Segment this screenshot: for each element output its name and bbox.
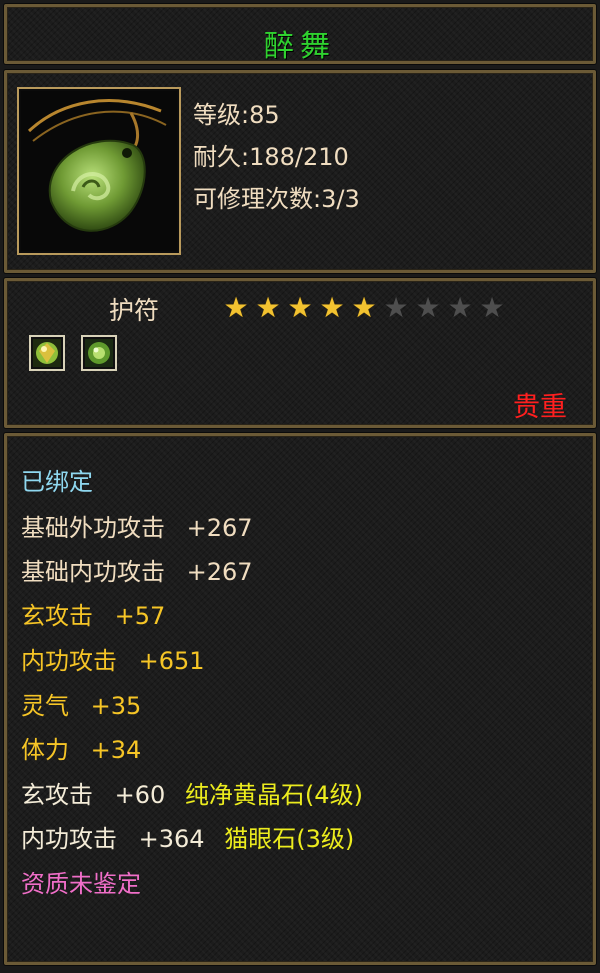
attr-value: +651 xyxy=(138,647,205,675)
attr-mystic-attack: 玄攻击 +57 xyxy=(21,596,165,631)
star-empty-icon: ★ xyxy=(383,291,409,324)
gem-slot-1-icon xyxy=(33,339,61,367)
attr-base-inner-attack: 基础内功攻击 +267 xyxy=(21,552,253,587)
item-name: 醉舞 xyxy=(264,29,336,64)
bound-status: 已绑定 xyxy=(21,468,93,496)
item-repair-count: 可修理次数:3/3 xyxy=(193,185,360,213)
star-empty-icon: ★ xyxy=(479,291,505,324)
star-empty-icon: ★ xyxy=(415,291,441,324)
attr-name: 灵气 xyxy=(21,692,69,720)
star-filled-icon: ★ xyxy=(223,291,249,324)
gem-name: 纯净黄晶石(4级) xyxy=(184,781,363,809)
gem-slot-2-icon xyxy=(85,339,113,367)
attr-stamina: 体力 +34 xyxy=(21,730,141,765)
attr-value: +57 xyxy=(114,602,166,630)
star-rating: ★ ★ ★ ★ ★ ★ ★ ★ ★ xyxy=(221,293,507,323)
attr-gem-inner-attack: 内功攻击 +364 猫眼石(3级) xyxy=(21,819,354,854)
attr-name: 内功攻击 xyxy=(21,825,117,853)
attr-base-outer-attack: 基础外功攻击 +267 xyxy=(21,508,253,543)
attr-value: +267 xyxy=(186,514,253,542)
attr-value: +60 xyxy=(114,781,166,809)
attr-spirit: 灵气 +35 xyxy=(21,686,141,721)
star-filled-icon: ★ xyxy=(351,291,377,324)
item-durability: 耐久:188/210 xyxy=(193,143,349,171)
attr-name: 玄攻击 xyxy=(21,602,93,630)
star-filled-icon: ★ xyxy=(255,291,281,324)
star-filled-icon: ★ xyxy=(287,291,313,324)
attr-value: +364 xyxy=(138,825,205,853)
item-level: 等级:85 xyxy=(193,101,280,129)
item-quality: 贵重 xyxy=(513,392,567,423)
gem-slot-1[interactable] xyxy=(29,335,65,371)
jade-pendant-icon xyxy=(21,91,177,251)
attr-gem-mystic-attack: 玄攻击 +60 纯净黄晶石(4级) xyxy=(21,775,363,810)
item-info-panel: 等级:85 耐久:188/210 可修理次数:3/3 xyxy=(4,70,596,273)
gem-slot-2[interactable] xyxy=(81,335,117,371)
star-filled-icon: ★ xyxy=(319,291,345,324)
attr-name: 体力 xyxy=(21,736,69,764)
attr-value: +267 xyxy=(186,558,253,586)
attr-value: +34 xyxy=(90,736,142,764)
item-type-panel: 护符 ★ ★ ★ ★ ★ ★ ★ ★ ★ 贵重 xyxy=(4,278,596,428)
attr-name: 内功攻击 xyxy=(21,647,117,675)
attr-value: +35 xyxy=(90,692,142,720)
attr-inner-attack: 内功攻击 +651 xyxy=(21,641,205,676)
gem-name: 猫眼石(3级) xyxy=(224,825,355,853)
item-icon-frame xyxy=(17,87,181,255)
attr-name: 玄攻击 xyxy=(21,781,93,809)
aptitude-status: 资质未鉴定 xyxy=(21,870,141,898)
attribute-panel: 已绑定 基础外功攻击 +267 基础内功攻击 +267 玄攻击 +57 内功攻击… xyxy=(4,433,596,965)
attr-name: 基础内功攻击 xyxy=(21,558,165,586)
item-type: 护符 xyxy=(109,296,160,325)
star-empty-icon: ★ xyxy=(447,291,473,324)
attr-name: 基础外功攻击 xyxy=(21,514,165,542)
item-title-panel: 醉舞 xyxy=(4,4,596,64)
